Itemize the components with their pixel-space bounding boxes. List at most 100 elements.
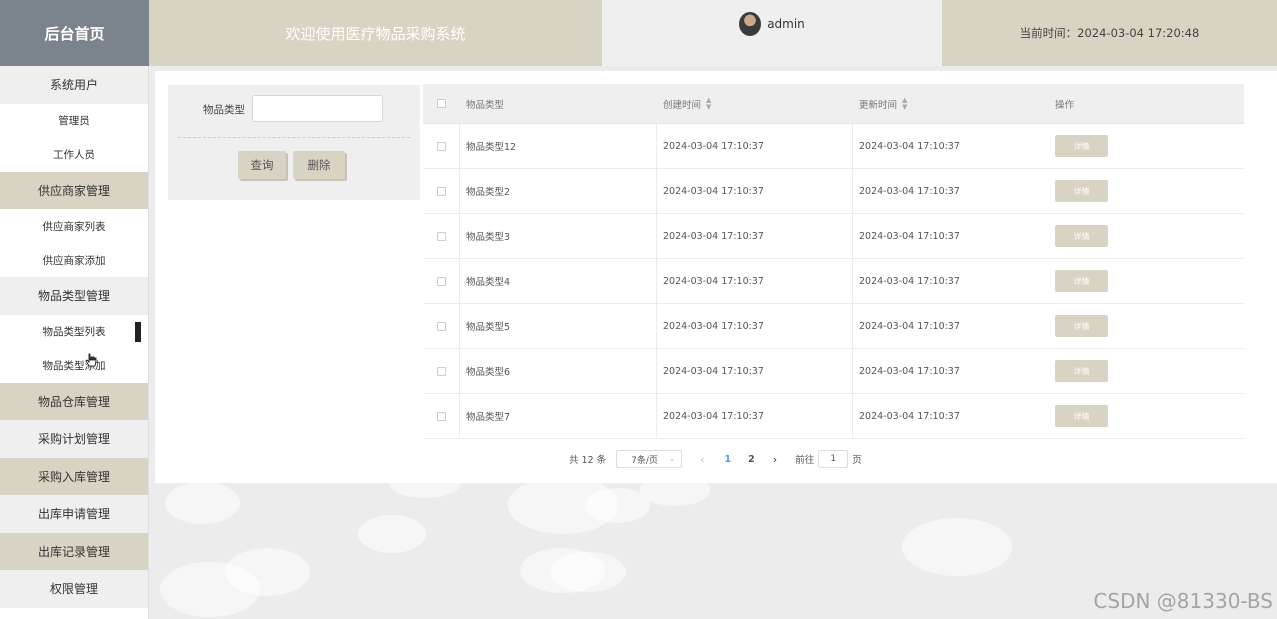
cell-item-type: 物品类型4 bbox=[460, 259, 657, 303]
sidebar-item-label: 供应商家管理 bbox=[37, 183, 110, 198]
row-check-cell bbox=[423, 259, 460, 303]
cell-item-type: 物品类型7 bbox=[460, 394, 657, 438]
pagination: 共 12 条 7条/页 ⌄ ‹ 1 2 › 前往 1 页 bbox=[569, 450, 862, 468]
row-check-cell bbox=[423, 169, 460, 213]
sidebar-item-label: 出库申请管理 bbox=[37, 507, 110, 522]
sidebar-item[interactable]: 物品仓库管理 bbox=[0, 382, 148, 420]
query-button[interactable]: 查询 bbox=[238, 151, 286, 179]
header-created-label: 创建时间 bbox=[663, 99, 702, 111]
cell-created-time: 2024-03-04 17:10:37 bbox=[657, 169, 853, 213]
detail-button[interactable]: 详情 bbox=[1055, 270, 1108, 292]
row-checkbox[interactable] bbox=[436, 321, 446, 331]
header-created-time[interactable]: 创建时间 ▲ ▼ bbox=[657, 84, 853, 123]
page-size-value: 7条/页 bbox=[631, 455, 658, 466]
table-row: 物品类型6 2024-03-04 17:10:37 2024-03-04 17:10… bbox=[423, 349, 1244, 394]
cell-updated-time: 2024-03-04 17:10:37 bbox=[859, 365, 960, 377]
detail-button[interactable]: 详情 bbox=[1055, 225, 1108, 247]
sidebar-item[interactable]: 出库申请管理 bbox=[0, 495, 148, 533]
sidebar-item-label: 供应商家列表 bbox=[42, 220, 106, 233]
sidebar-subitem[interactable]: 物品类型添加 bbox=[0, 348, 148, 383]
sort-icon[interactable]: ▲ ▼ bbox=[706, 96, 711, 111]
sidebar-item[interactable]: 物品类型管理 bbox=[0, 277, 148, 315]
sidebar-item[interactable]: 权限管理 bbox=[0, 570, 148, 608]
cell-updated-time: 2024-03-04 17:10:37 bbox=[859, 275, 960, 287]
cell-item-type: 物品类型3 bbox=[460, 214, 657, 258]
detail-button[interactable]: 详情 bbox=[1055, 360, 1108, 382]
row-checkbox[interactable] bbox=[436, 231, 446, 241]
hand-cursor-icon bbox=[85, 353, 97, 367]
system-title: 欢迎使用医疗物品采购系统 bbox=[149, 0, 602, 66]
detail-button[interactable]: 详情 bbox=[1055, 405, 1108, 427]
sidebar-item-label: 工作人员 bbox=[53, 149, 95, 161]
cell-operation: 详情 bbox=[1049, 304, 1244, 348]
cell-created-time: 2024-03-04 17:10:37 bbox=[657, 394, 853, 438]
sidebar-item[interactable]: 系统用户 bbox=[0, 66, 148, 104]
prev-page-icon[interactable]: ‹ bbox=[700, 453, 704, 466]
cell-created-time: 2024-03-04 17:10:37 bbox=[657, 259, 853, 303]
cell-updated-time: 2024-03-04 17:10:37 bbox=[859, 410, 960, 422]
row-check-cell bbox=[423, 214, 460, 258]
sidebar-item[interactable]: 采购计划管理 bbox=[0, 420, 148, 458]
avatar[interactable] bbox=[739, 12, 762, 36]
table-row: 物品类型5 2024-03-04 17:10:37 2024-03-04 17:10… bbox=[423, 304, 1244, 349]
row-checkbox[interactable] bbox=[436, 276, 446, 286]
goto-label: 前往 bbox=[795, 455, 815, 466]
cell-item-type: 物品类型5 bbox=[460, 304, 657, 348]
cell-item-type: 物品类型12 bbox=[460, 124, 657, 168]
sidebar-subitem[interactable]: 供应商家列表 bbox=[0, 209, 148, 243]
sidebar-item-label: 供应商家添加 bbox=[42, 254, 106, 267]
sidebar-item-label: 出库记录管理 bbox=[37, 544, 110, 559]
header-item-type: 物品类型 bbox=[466, 99, 505, 111]
page-size-select[interactable]: 7条/页 ⌄ bbox=[616, 450, 683, 468]
search-panel: 物品类型 查询 删除 bbox=[168, 85, 420, 200]
active-indicator bbox=[135, 321, 141, 342]
top-header: 后台首页 欢迎使用医疗物品采购系统 admin 当前时间：2024-03-04 … bbox=[0, 0, 1277, 66]
cell-operation: 详情 bbox=[1049, 124, 1244, 168]
row-check-cell bbox=[423, 394, 460, 438]
sidebar-item-label: 采购计划管理 bbox=[37, 432, 110, 447]
select-all-checkbox[interactable] bbox=[437, 99, 446, 108]
row-checkbox[interactable] bbox=[436, 186, 446, 196]
sidebar-item-label: 权限管理 bbox=[49, 582, 98, 597]
table-row: 物品类型2 2024-03-04 17:10:37 2024-03-04 17:10… bbox=[423, 169, 1244, 214]
home-logo[interactable]: 后台首页 bbox=[0, 0, 149, 66]
row-checkbox[interactable] bbox=[436, 411, 446, 421]
detail-button[interactable]: 详情 bbox=[1055, 180, 1108, 202]
sidebar-subitem[interactable]: 管理员 bbox=[0, 103, 148, 138]
table-header: 物品类型 创建时间 ▲ ▼ 更新时间 ▲ ▼ 操作 bbox=[423, 84, 1244, 124]
sidebar-subitem[interactable]: 工作人员 bbox=[0, 137, 148, 172]
user-name[interactable]: admin bbox=[767, 17, 805, 31]
watermark: CSDN @81330-BS bbox=[1093, 589, 1273, 613]
sidebar-subitem[interactable]: 物品类型列表 bbox=[0, 314, 148, 349]
sidebar-item[interactable]: 供应商家管理 bbox=[0, 171, 148, 209]
detail-button[interactable]: 详情 bbox=[1055, 135, 1108, 157]
page-2[interactable]: 2 bbox=[748, 454, 755, 465]
row-check-cell bbox=[423, 349, 460, 393]
sidebar: 系统用户 管理员工作人员供应商家管理 供应商家列表 供应商家添加物品类型管理 物品类型列… bbox=[0, 66, 149, 619]
cell-operation: 详情 bbox=[1049, 214, 1244, 258]
cell-updated-time: 2024-03-04 17:10:37 bbox=[859, 320, 960, 332]
current-time: 当前时间：2024-03-04 17:20:48 bbox=[942, 0, 1277, 66]
sidebar-item[interactable]: 出库记录管理 bbox=[0, 532, 148, 570]
cell-operation: 详情 bbox=[1049, 259, 1244, 303]
goto-page-input[interactable]: 1 bbox=[818, 450, 849, 468]
sidebar-subitem[interactable]: 供应商家添加 bbox=[0, 243, 148, 277]
next-page-icon[interactable]: › bbox=[773, 453, 777, 466]
detail-button[interactable]: 详情 bbox=[1055, 315, 1108, 337]
page-1[interactable]: 1 bbox=[725, 454, 732, 465]
header-operation: 操作 bbox=[1055, 99, 1075, 111]
header-updated-time[interactable]: 更新时间 ▲ ▼ bbox=[853, 84, 1049, 123]
cell-item-type: 物品类型2 bbox=[460, 169, 657, 213]
item-type-search-input[interactable] bbox=[252, 95, 383, 122]
delete-button[interactable]: 删除 bbox=[293, 151, 345, 179]
user-info[interactable]: admin bbox=[602, 0, 942, 66]
row-checkbox[interactable] bbox=[436, 141, 446, 151]
table-row: 物品类型4 2024-03-04 17:10:37 2024-03-04 17:10… bbox=[423, 259, 1244, 304]
cell-created-time: 2024-03-04 17:10:37 bbox=[657, 214, 853, 258]
row-check-cell bbox=[423, 124, 460, 168]
sidebar-item[interactable]: 采购入库管理 bbox=[0, 457, 148, 495]
divider bbox=[178, 137, 410, 138]
row-checkbox[interactable] bbox=[436, 366, 446, 376]
sort-icon[interactable]: ▲ ▼ bbox=[902, 96, 907, 111]
cell-updated-time: 2024-03-04 17:10:37 bbox=[859, 140, 960, 152]
